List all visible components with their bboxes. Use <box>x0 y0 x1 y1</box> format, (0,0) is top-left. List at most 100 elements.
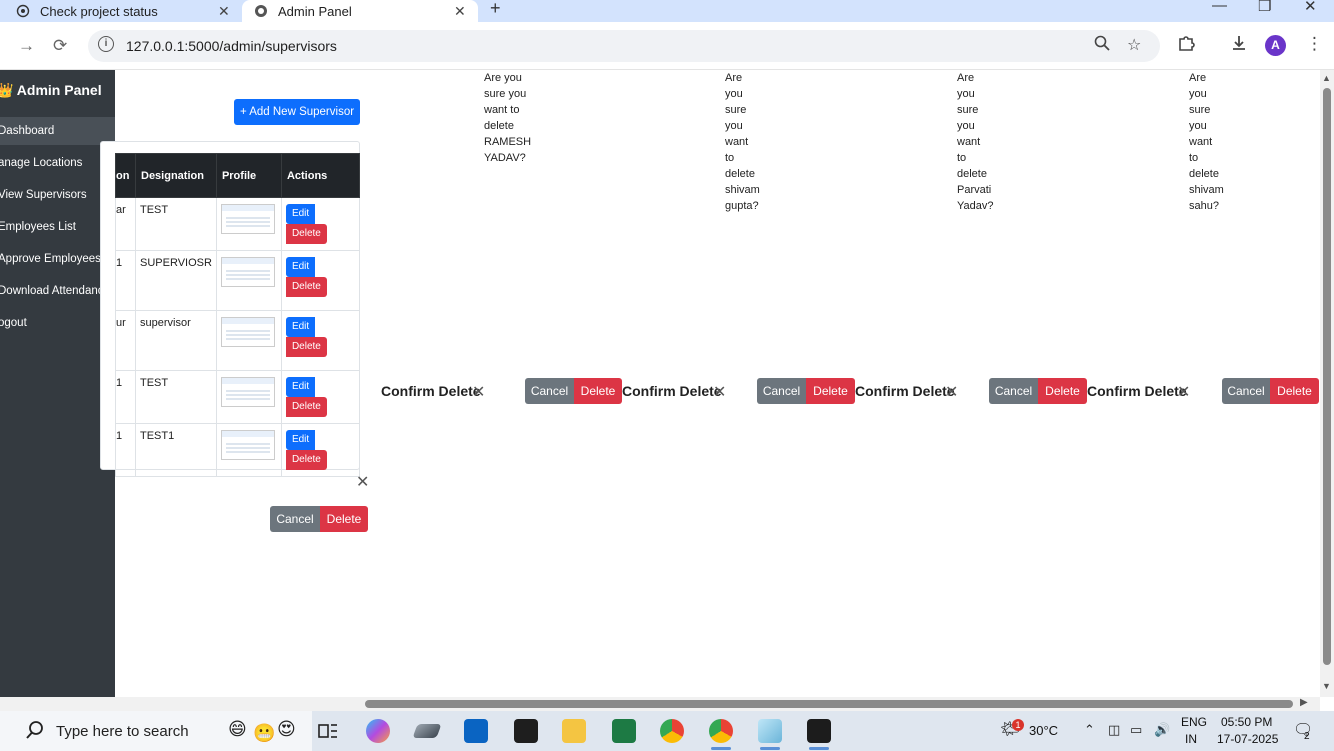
column-header-profile: Profile <box>215 153 282 198</box>
close-icon[interactable]: ✕ <box>218 3 230 20</box>
modal-close-icon[interactable]: ✕ <box>945 382 958 402</box>
modal-cancel-button[interactable]: Cancel <box>989 378 1038 404</box>
edit-button[interactable]: Edit <box>285 317 316 337</box>
sidebar-item-dashboard[interactable]: Dashboard <box>0 117 115 145</box>
taskbar-search[interactable]: Type here to search 😄 😬 😍 <box>0 711 312 751</box>
browser-tab-check-project[interactable]: Check project status ✕ <box>16 0 242 22</box>
sidebar-item-logout[interactable]: ogout <box>0 309 115 337</box>
reload-icon[interactable]: ⟳ <box>53 36 67 56</box>
cell-location: 1 <box>115 370 136 424</box>
table-row: 1 TEST EditDelete <box>115 370 360 424</box>
app-icon[interactable] <box>412 724 442 738</box>
sidebar-item-employees-list[interactable]: Employees List <box>0 213 115 241</box>
sidebar-item-view-supervisors[interactable]: View Supervisors <box>0 181 115 209</box>
cell-designation: supervisor <box>135 310 217 371</box>
meet-now-icon[interactable]: ◫ <box>1108 722 1120 738</box>
sidebar-title: 👑 Admin Panel <box>0 82 102 98</box>
address-url[interactable]: 127.0.0.1:5000/admin/supervisors <box>126 38 337 54</box>
delete-button[interactable]: Delete <box>285 277 327 297</box>
scroll-up-arrow-icon[interactable]: ▲ <box>1322 73 1331 83</box>
edit-button[interactable]: Edit <box>285 377 316 397</box>
sidebar-item-approve-employees[interactable]: Approve Employees <box>0 245 115 273</box>
profile-thumbnail[interactable] <box>220 257 275 287</box>
minimize-icon[interactable]: — <box>1212 0 1227 14</box>
edit-button[interactable]: Edit <box>285 430 316 450</box>
vertical-scrollbar[interactable]: ▲ ▼ <box>1320 70 1334 697</box>
tab-title: Admin Panel <box>278 3 352 19</box>
profile-avatar[interactable]: A <box>1265 35 1286 56</box>
language-bottom[interactable]: IN <box>1185 732 1197 746</box>
modal-delete-button[interactable]: Delete <box>806 378 855 404</box>
temperature[interactable]: 30°C <box>1029 723 1058 738</box>
window-close-icon[interactable]: ✕ <box>1304 0 1317 15</box>
edit-button[interactable]: Edit <box>285 204 316 224</box>
modal-close-icon[interactable]: ✕ <box>472 382 485 402</box>
battery-icon[interactable]: ▭ <box>1130 722 1142 738</box>
new-tab-plus-icon[interactable]: + <box>490 0 501 19</box>
bookmark-star-icon[interactable]: ☆ <box>1127 35 1141 55</box>
sidebar-item-download-attendance[interactable]: Download Attendance <box>0 277 115 305</box>
modal-delete-button[interactable]: Delete <box>320 506 368 532</box>
delete-button[interactable]: Delete <box>285 224 327 244</box>
modal-body-text: Yadav? <box>957 200 994 212</box>
delete-button[interactable]: Delete <box>285 450 327 470</box>
profile-thumbnail[interactable] <box>220 430 275 460</box>
language-top[interactable]: ENG <box>1181 715 1207 729</box>
modal-cancel-button[interactable]: Cancel <box>270 506 320 532</box>
vertical-scroll-thumb[interactable] <box>1323 88 1331 665</box>
profile-thumbnail[interactable] <box>220 317 275 347</box>
sidebar-item-manage-locations[interactable]: anage Locations <box>0 149 115 177</box>
excel-icon[interactable] <box>612 719 636 743</box>
outlook-icon[interactable] <box>464 719 488 743</box>
address-bar[interactable]: i 127.0.0.1:5000/admin/supervisors ☆ <box>88 30 1160 62</box>
profile-thumbnail[interactable] <box>220 377 275 407</box>
menu-dots-icon[interactable]: ⋮ <box>1306 34 1323 54</box>
modal-cancel-button[interactable]: Cancel <box>1222 378 1270 404</box>
cell-designation: TEST1 <box>135 423 217 477</box>
scroll-down-arrow-icon[interactable]: ▼ <box>1322 681 1331 691</box>
chevron-up-icon[interactable]: ⌃ <box>1084 722 1095 738</box>
profile-thumbnail[interactable] <box>220 204 275 234</box>
download-icon[interactable] <box>1230 34 1248 57</box>
horizontal-scroll-thumb[interactable] <box>365 700 1293 708</box>
modal-body-text: shivam <box>725 184 760 196</box>
clock-date[interactable]: 17-07-2025 <box>1217 732 1278 746</box>
modal-delete-button[interactable]: Delete <box>1270 378 1319 404</box>
task-view-icon[interactable] <box>316 719 340 743</box>
chrome-icon[interactable] <box>660 719 684 743</box>
extensions-icon[interactable] <box>1177 34 1195 57</box>
search-placeholder[interactable]: Type here to search <box>56 723 189 740</box>
page-viewport: 👑 Admin Panel Dashboard anage Locations … <box>0 70 1334 711</box>
clock-time[interactable]: 05:50 PM <box>1221 715 1272 729</box>
modal-delete-button[interactable]: Delete <box>574 378 622 404</box>
modal-body-text: to <box>957 152 967 164</box>
file-explorer-icon[interactable] <box>562 719 586 743</box>
chrome-profile-icon[interactable] <box>709 719 733 750</box>
copilot-icon[interactable] <box>366 719 390 743</box>
app-icon[interactable] <box>758 719 782 750</box>
add-supervisor-button[interactable]: + Add New Supervisor <box>234 99 360 125</box>
edit-button[interactable]: Edit <box>285 257 316 277</box>
forward-arrow-icon[interactable]: → <box>18 36 35 56</box>
cell-profile <box>215 423 282 477</box>
app-icon[interactable] <box>807 719 831 750</box>
modal-delete-button[interactable]: Delete <box>1038 378 1087 404</box>
delete-button[interactable]: Delete <box>285 337 327 357</box>
modal-body-text: want to <box>484 104 520 116</box>
site-info-icon[interactable]: i <box>98 36 114 52</box>
zoom-icon[interactable] <box>1094 35 1110 56</box>
restore-icon[interactable]: ❐ <box>1258 0 1271 15</box>
scroll-right-arrow-icon[interactable]: ▶ <box>1300 697 1308 708</box>
modal-close-icon[interactable]: ✕ <box>713 382 726 402</box>
modal-close-icon[interactable]: ✕ <box>356 472 369 492</box>
modal-cancel-button[interactable]: Cancel <box>525 378 574 404</box>
horizontal-scrollbar[interactable]: ▶ <box>0 697 1320 711</box>
close-icon[interactable]: ✕ <box>454 3 466 20</box>
modal-close-icon[interactable]: ✕ <box>1177 382 1190 402</box>
sticky-app-icon[interactable] <box>514 719 538 743</box>
volume-icon[interactable]: 🔊 <box>1154 722 1170 738</box>
browser-tab-admin-panel[interactable]: Admin Panel ✕ <box>242 0 478 22</box>
emoji-grin-icon: 😬 <box>253 723 276 743</box>
delete-button[interactable]: Delete <box>285 397 327 417</box>
modal-cancel-button[interactable]: Cancel <box>757 378 806 404</box>
